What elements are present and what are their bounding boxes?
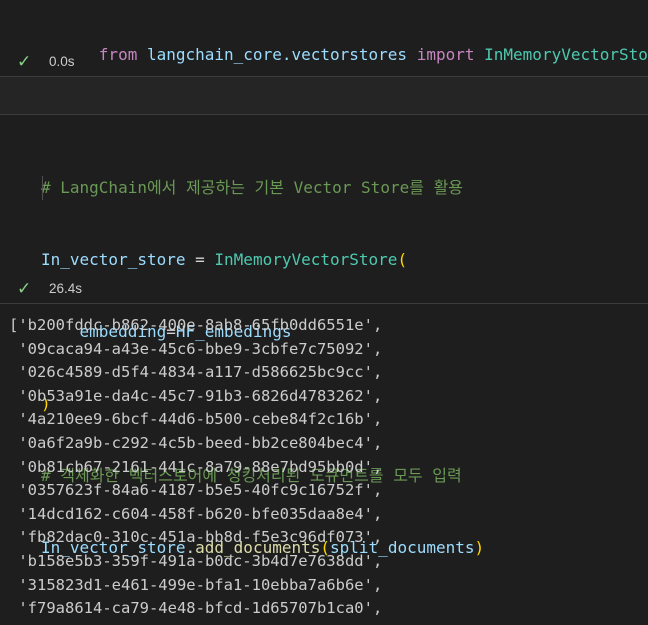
output-line: 'f79a8614-ca79-4e48-bfcd-1d65707b1ca0',: [9, 599, 383, 618]
indent-guide: [42, 176, 43, 200]
empty-cell-area[interactable]: [0, 77, 648, 114]
check-icon: ✓: [17, 279, 32, 299]
code-line-1: # LangChain에서 제공하는 기본 Vector Store를 활용: [41, 176, 484, 200]
code-line-2: In_vector_store = InMemoryVectorStore(: [41, 248, 484, 272]
output-line: 'fb82dac0-310c-451a-bb8d-f5e3c96df073',: [9, 528, 383, 547]
open-paren: (: [397, 250, 408, 269]
cell-1-exec-time: 0.0s: [49, 54, 75, 69]
output-line: '0b53a91e-da4c-45c7-91b3-6826d4783262',: [9, 386, 383, 405]
operator: =: [185, 250, 215, 269]
comment-line: # LangChain에서 제공하는 기본 Vector Store를 활용: [41, 178, 464, 197]
output-line: '0a6f2a9b-c292-4c5b-beed-bb2ce804bec4',: [9, 433, 383, 452]
cell-2-status: ✓ 26.4s: [0, 275, 648, 303]
output-divider: [0, 303, 648, 304]
code-cell-2[interactable]: # LangChain에서 제공하는 기본 Vector Store를 활용 I…: [0, 115, 648, 557]
output-line: ['b200fddc-b862-400e-8ab8-65fb0dd6551e',: [9, 316, 383, 334]
output-line: '09caca94-a43e-45c6-bbe9-3cbfe7c75092',: [9, 339, 383, 358]
close-paren: ): [474, 538, 485, 557]
variable: In_vector_store: [41, 250, 186, 269]
cell-2-output: ['b200fddc-b862-400e-8ab8-65fb0dd6551e',…: [9, 314, 382, 621]
output-line: '0b81cb67-2161-441c-8a79-88e7bd95bb0d',: [9, 457, 383, 476]
output-line: 'b158e5b3-359f-491a-b0dc-3b4d7e7638dd',: [9, 551, 383, 570]
output-line: '315823d1-e461-499e-bfa1-10ebba7a6b6e',: [9, 575, 383, 594]
output-line: '14dcd162-c604-458f-b620-bfe035daa8e4',: [9, 504, 383, 523]
cell-1-status: ✓ 0.0s: [0, 48, 648, 76]
output-line: '0357623f-84a6-4187-b5e5-40fc9c16752f',: [9, 481, 383, 500]
check-icon: ✓: [17, 52, 32, 72]
output-line: '4a210ee9-6bcf-44d6-b500-cebe84f2c16b',: [9, 410, 383, 429]
notebook-editor: from langchain_core.vectorstores import …: [0, 0, 648, 625]
class-call: InMemoryVectorStore: [214, 250, 398, 269]
code-cell-1[interactable]: from langchain_core.vectorstores import …: [0, 0, 648, 76]
cell-2-exec-time: 26.4s: [49, 281, 83, 296]
output-line: '026c4589-d5f4-4834-a117-d586625bc9cc',: [9, 363, 383, 382]
